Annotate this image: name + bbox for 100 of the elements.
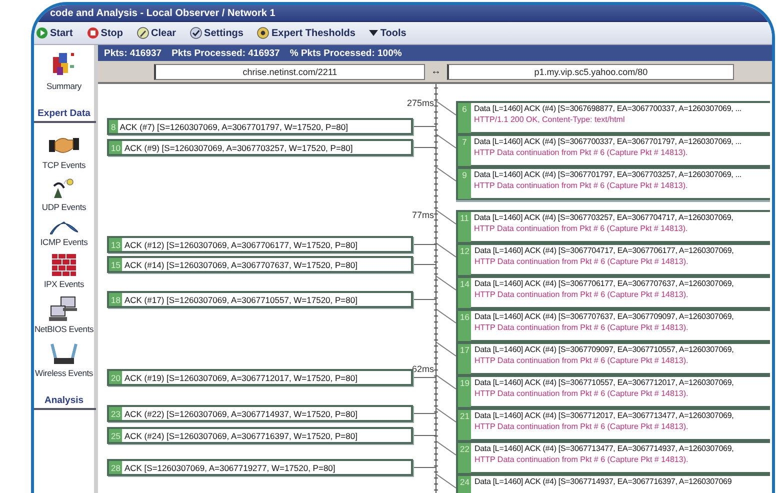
packet-summary: ACK (#24) [S=1260307069, A=3067716397, W=17520, P=80]: [123, 430, 358, 440]
section-header: Analysis: [34, 390, 96, 410]
section-header: Expert Data: [34, 104, 96, 122]
packet-number: 18: [109, 293, 122, 306]
packet-number: 16: [458, 311, 472, 341]
time-label: 77ms: [410, 210, 434, 220]
data-packet-box[interactable]: 19 Data [L=1460] ACK (#4) [S=3067710557, EA=3067712017, A=1260307069, HTTP Data continuation from Pkt # 6 (Capture Pkt # 14813).: [456, 375, 770, 408]
packet-note: HTTP Data continuation from Pkt # 6 (Capture Pkt # 14813).: [474, 257, 690, 266]
packet-number: 28: [109, 461, 122, 474]
packet-number: 12: [458, 245, 472, 275]
packet-summary: Data [L=1460] ACK (#4) [S=3067713477, EA=3067714937, A=1260307069,: [474, 444, 734, 453]
ack-packet-box[interactable]: 28 ACK [S=1260307069, A=3067719277, W=17520, P=80]: [107, 459, 413, 476]
packet-stat: % Pkts Processed: 100%: [290, 48, 402, 58]
data-packet-box[interactable]: 21 Data [L=1460] ACK (#4) [S=3067712017, EA=3067713477, A=1260307069, HTTP Data continuation from Pkt # 6 (Capture Pkt # 14813).: [456, 408, 770, 441]
data-packet-box[interactable]: 14 Data [L=1460] ACK (#4) [S=3067706177, EA=3067707637, A=1260307069, HTTP Data continuation from Pkt # 6 (Capture Pkt # 14813).: [456, 276, 770, 309]
packet-number: 24: [458, 476, 472, 493]
packet-number: 8: [109, 120, 118, 133]
ack-packet-box[interactable]: 15 ACK (#14) [S=1260307069, A=3067707637, W=17520, P=80]: [107, 256, 413, 273]
packet-summary: Data [L=1460] ACK (#4) [S=3067701797, EA=3067703257, A=1260307069, ...: [474, 170, 742, 179]
toolbar-button[interactable]: Clear: [135, 26, 178, 40]
pencil-icon: [137, 27, 150, 39]
toolbar-button[interactable]: Start: [34, 26, 75, 40]
packet-number: 6: [458, 103, 471, 133]
packet-summary: Data [L=1460] ACK (#4) [S=3067700337, EA=3067701797, A=1260307069, ...: [474, 137, 742, 146]
toolbar-button[interactable]: Tools: [367, 26, 408, 40]
data-packet-box[interactable]: 22 Data [L=1460] ACK (#4) [S=3067713477, EA=3067714937, A=1260307069, HTTP Data continuation from Pkt # 6 (Capture Pkt # 14813).: [456, 441, 770, 474]
packet-summary: Data [L=1460] ACK (#4) [S=3067706177, EA=3067707637, A=1260307069,: [474, 279, 734, 288]
stop-icon: [86, 27, 99, 39]
packet-note: HTTP/1.1 200 OK, Content-Type: text/html: [474, 115, 626, 124]
ack-packet-box[interactable]: 13 ACK (#12) [S=1260307069, A=3067706177, W=17520, P=80]: [107, 236, 413, 253]
packet-summary: ACK (#19) [S=1260307069, A=3067712017, W=17520, P=80]: [123, 372, 358, 382]
packet-number: 15: [109, 258, 122, 271]
caret-icon: [369, 29, 378, 37]
packet-number: 22: [458, 443, 472, 473]
ack-packet-box[interactable]: 23 ACK (#22) [S=1260307069, A=3067714937, W=17520, P=80]: [107, 405, 413, 422]
boomerang-icon: [50, 218, 78, 234]
packet-summary: Data [L=1460] ACK (#4) [S=3067698877, EA=3067700337, A=1260307069, ...: [474, 104, 742, 113]
endpoint-field: p1.my.vip.sc5.yahoo.com/80: [447, 64, 734, 80]
data-packet-box[interactable]: 16 Data [L=1460] ACK (#4) [S=3067707637, EA=3067709097, A=1260307069, HTTP Data continuation from Pkt # 6 (Capture Pkt # 14813).: [456, 309, 770, 342]
packet-summary: Data [L=1460] ACK (#4) [S=3067704717, EA=3067706177, A=1260307069,: [474, 246, 734, 255]
connector-line: [436, 210, 456, 224]
packet-number: 23: [109, 407, 122, 420]
packet-summary: Data [L=1460] ACK (#4) [S=3067712017, EA=3067713477, A=1260307069,: [474, 411, 734, 420]
sidebar-item[interactable]: IPX Events: [34, 253, 94, 288]
endpoint-field: chrise.netinst.com/2211: [154, 64, 425, 80]
ack-packet-box[interactable]: 8 ACK (#7) [S=1260307069, A=3067701797, W=17520, P=80]: [107, 118, 413, 135]
packet-stat: Pkts: 416937: [104, 48, 162, 58]
packet-number: 10: [109, 141, 122, 154]
connector-line: [436, 342, 456, 356]
ack-packet-box[interactable]: 20 ACK (#19) [S=1260307069, A=3067712017, W=17520, P=80]: [107, 369, 413, 386]
data-packet-box[interactable]: 24 Data [L=1460] ACK (#4) [S=3067714937, EA=3067716397, A=1260307069: [456, 474, 770, 493]
data-packet-box[interactable]: 9 Data [L=1460] ACK (#4) [S=3067701797, EA=3067703257, A=1260307069, ... HTTP Data continuation from Pkt # 6 (Capture Pkt # 14813).: [456, 167, 770, 200]
sidebar-item[interactable]: Summary: [34, 49, 94, 90]
packet-summary: ACK (#14) [S=1260307069, A=3067707637, W=17520, P=80]: [123, 260, 358, 270]
ack-packet-box[interactable]: 25 ACK (#24) [S=1260307069, A=3067716397, W=17520, P=80]: [107, 427, 413, 444]
connector-line: [436, 276, 456, 290]
connector-line: [412, 467, 436, 468]
packet-note: HTTP Data continuation from Pkt # 6 (Capture Pkt # 14813).: [474, 224, 689, 233]
toolbar-button[interactable]: Stop: [84, 26, 126, 40]
packet-summary: ACK [S=1260307069, A=3067719277, W=17520, P=80]: [123, 462, 336, 472]
sidebar-item[interactable]: TCP Events: [34, 134, 94, 169]
packet-summary: Data [L=1460] ACK (#4) [S=3067710557, EA=3067712017, A=1260307069,: [474, 378, 734, 387]
networked-computers-icon: [49, 296, 79, 322]
packet-summary: Data [L=1460] ACK (#4) [S=3067714937, EA=3067716397, A=1260307069: [474, 477, 732, 486]
packet-note: HTTP Data continuation from Pkt # 6 (Capture Pkt # 14813).: [474, 422, 690, 431]
packet-summary: ACK (#9) [S=1260307069, A=3067703257, W=17520, P=80]: [123, 142, 353, 152]
connector-line: [412, 299, 436, 300]
data-packet-box[interactable]: 12 Data [L=1460] ACK (#4) [S=3067704717, EA=3067706177, A=1260307069, HTTP Data continuation from Pkt # 6 (Capture Pkt # 14813).: [456, 243, 770, 276]
connector-line: [436, 166, 456, 182]
packet-number: 17: [458, 344, 472, 374]
ack-packet-box[interactable]: 18 ACK (#17) [S=1260307069, A=3067710557, W=17520, P=80]: [107, 291, 413, 308]
data-packet-box[interactable]: 7 Data [L=1460] ACK (#4) [S=3067700337, EA=3067701797, A=1260307069, ... HTTP Data continuation from Pkt # 6 (Capture Pkt # 14813).: [456, 134, 770, 167]
packet-summary: Data [L=1460] ACK (#4) [S=3067709097, EA=3067710557, A=1260307069,: [474, 345, 734, 354]
ack-packet-box[interactable]: 10 ACK (#9) [S=1260307069, A=3067703257, W=17520, P=80]: [107, 139, 413, 156]
packet-number: 25: [109, 429, 122, 442]
packet-note: HTTP Data continuation from Pkt # 6 (Capture Pkt # 14813).: [474, 290, 690, 299]
packet-note: HTTP Data continuation from Pkt # 6 (Capture Pkt # 14813).: [474, 389, 690, 398]
packet-stat: Pkts Processed: 416937: [172, 48, 280, 58]
sidebar-item[interactable]: UDP Events: [34, 176, 94, 212]
packet-note: HTTP Data continuation from Pkt # 6 (Capture Pkt # 14813).: [474, 323, 690, 332]
time-label: 275ms: [406, 98, 434, 108]
packet-summary: ACK (#12) [S=1260307069, A=3067706177, W=17520, P=80]: [123, 240, 358, 250]
data-packet-box[interactable]: 6 Data [L=1460] ACK (#4) [S=3067698877, EA=3067700337, A=1260307069, ... HTTP/1.1 200 OK, Content-Type: text/html: [456, 101, 770, 134]
packet-number: 9: [458, 169, 471, 199]
packet-number: 11: [458, 212, 471, 242]
packet-number: 7: [458, 136, 471, 166]
packet-note: HTTP Data continuation from Pkt # 6 (Capture Pkt # 14813).: [474, 148, 689, 157]
swap-arrow[interactable]: ↔: [425, 66, 447, 77]
packet-number: 19: [458, 377, 472, 407]
packet-number: 21: [458, 410, 472, 440]
packet-number: 14: [458, 278, 472, 308]
sidebar-item[interactable]: Wireless Events: [34, 340, 94, 378]
sidebar-item[interactable]: NetBIOS Events: [34, 296, 94, 333]
data-packet-box[interactable]: 11 Data [L=1460] ACK (#4) [S=3067703257, EA=3067704717, A=1260307069, HTTP Data continuation from Pkt # 6 (Capture Pkt # 14813).: [456, 210, 770, 243]
toolbar-button[interactable]: Expert Thesholds: [255, 26, 358, 40]
toolbar-button[interactable]: Settings: [188, 26, 246, 40]
sidebar-item[interactable]: ICMP Events: [34, 218, 94, 246]
data-packet-box[interactable]: 17 Data [L=1460] ACK (#4) [S=3067709097, EA=3067710557, A=1260307069, HTTP Data continuation from Pkt # 6 (Capture Pkt # 14813).: [456, 342, 770, 375]
packet-summary: ACK (#22) [S=1260307069, A=3067714937, W=17520, P=80]: [123, 408, 358, 418]
packet-summary: Data [L=1460] ACK (#4) [S=3067703257, EA=3067704717, A=1260307069,: [474, 213, 734, 222]
